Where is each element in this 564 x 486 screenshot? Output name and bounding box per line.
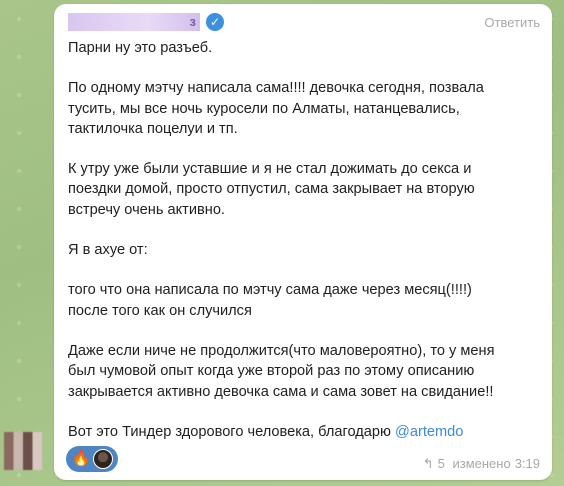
message-paragraph-last: Вот это Тиндер здорового человека, благо… [68, 422, 542, 442]
message-paragraph: Даже если ниче не продолжится(что малове… [68, 342, 495, 400]
message-time: 3:19 [514, 456, 540, 471]
last-line-text: Вот это Тиндер здорового человека, благо… [68, 423, 396, 440]
message-header: з ✓ Ответить [68, 13, 540, 35]
edited-label: изменено [452, 456, 511, 471]
reaction-chip[interactable]: 🔥 [66, 446, 118, 472]
message-paragraph: По одному мэтчу написала сама!!!! девочк… [68, 80, 484, 137]
message-paragraph: Парни ну это разъеб. [68, 40, 213, 56]
message-paragraph: К утру уже были уставшие и я не стал дож… [68, 161, 475, 218]
reply-arrow-icon[interactable]: ↰ [423, 456, 434, 471]
message-text: Парни ну это разъеб. По одному мэтчу нап… [68, 38, 542, 462]
verified-badge-icon: ✓ [206, 13, 224, 31]
message-bubble: з ✓ Ответить Парни ну это разъеб. По одн… [54, 4, 552, 480]
reply-count[interactable]: 5 [438, 456, 445, 471]
sender-name-suffix: з [189, 14, 196, 29]
message-paragraph: того что она написала по мэтчу сама даже… [68, 282, 472, 319]
message-paragraph: Я в ахуе от: [68, 242, 148, 259]
sender-avatar[interactable] [4, 432, 42, 470]
message-meta: ↰ 5 изменено 3:19 [419, 456, 540, 472]
fire-icon: 🔥 [71, 450, 91, 467]
reactor-avatar [93, 449, 113, 469]
reply-button[interactable]: Ответить [484, 15, 540, 30]
user-mention-link[interactable]: @artemdo [395, 424, 463, 440]
sender-name[interactable]: з [68, 13, 200, 31]
